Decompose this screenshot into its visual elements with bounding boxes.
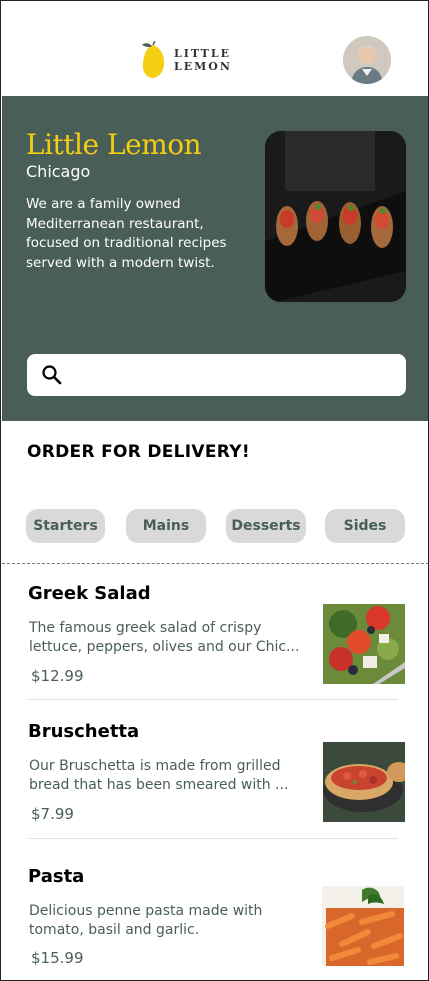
menu-item-price: $7.99 — [31, 805, 74, 823]
menu-item-title: Greek Salad — [28, 583, 151, 604]
menu-item-description: Delicious penne pasta made with tomato, … — [29, 903, 263, 938]
menu-item-price: $15.99 — [31, 949, 84, 967]
menu-item-bruschetta[interactable]: Bruschetta Our Bruschetta is made from g… — [2, 719, 428, 839]
menu-separator — [28, 838, 398, 839]
category-desserts-button[interactable]: Desserts — [226, 509, 306, 543]
menu-item-description: The famous greek salad of crispy lettuce… — [29, 620, 300, 655]
menu-item-pasta[interactable]: Pasta Delicious penne pasta made with to… — [2, 864, 428, 980]
hero-city: Chicago — [26, 162, 91, 181]
search-bar[interactable] — [27, 354, 406, 396]
order-title: ORDER FOR DELIVERY! — [27, 442, 250, 462]
logo-text: LITTLE LEMON — [174, 47, 232, 73]
section-divider — [2, 563, 428, 564]
app-screen: LITTLE LEMON Little Lemon Chicago We are… — [0, 0, 429, 981]
app-logo[interactable]: LITTLE LEMON — [140, 39, 290, 81]
hero-image — [265, 131, 406, 302]
avatar[interactable] — [343, 36, 391, 84]
menu-item-title: Bruschetta — [28, 721, 140, 742]
menu-item-description: Our Bruschetta is made from grilled brea… — [29, 758, 289, 793]
category-starters-button[interactable]: Starters — [26, 509, 105, 543]
menu-item-title: Pasta — [28, 866, 85, 887]
menu-separator — [28, 699, 398, 700]
hero-banner: Little Lemon Chicago We are a family own… — [2, 96, 428, 421]
menu-item-greek-salad[interactable]: Greek Salad The famous greek salad of cr… — [2, 581, 428, 701]
hero-description: We are a family owned Mediterranean rest… — [26, 196, 227, 271]
lemon-icon — [140, 40, 166, 79]
search-icon — [41, 364, 63, 386]
hero-title: Little Lemon — [26, 128, 202, 161]
bruschetta-image — [323, 742, 405, 822]
pasta-image — [322, 886, 404, 966]
category-sides-button[interactable]: Sides — [325, 509, 405, 543]
category-mains-button[interactable]: Mains — [126, 509, 206, 543]
app-header: LITTLE LEMON — [1, 1, 428, 96]
greek-salad-image — [323, 604, 405, 684]
search-input[interactable] — [73, 360, 393, 390]
menu-item-price: $12.99 — [31, 667, 84, 685]
